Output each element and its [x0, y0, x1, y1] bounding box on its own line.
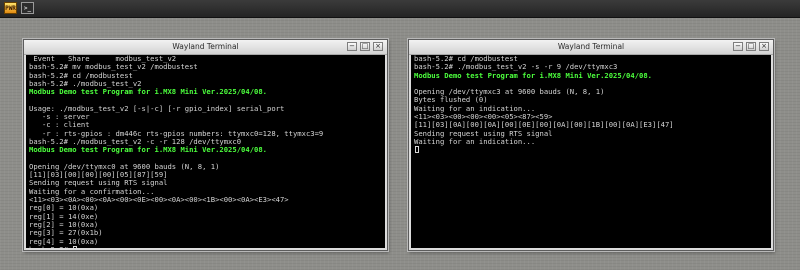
terminal-line-text: bash-5.2# [29, 245, 72, 248]
left-terminal-window[interactable]: Wayland Terminal − □ × Event Share modbu… [23, 39, 388, 251]
maximize-button[interactable]: □ [746, 42, 756, 51]
terminal-line: reg[4] = 10(0xa) [26, 237, 385, 246]
terminal-launcher-icon[interactable]: >_ [21, 2, 34, 14]
left-window-titlebar[interactable]: Wayland Terminal − □ × [24, 40, 387, 55]
terminal-line-text: Modbus Demo test Program for i.MX8 Mini … [414, 70, 652, 80]
left-terminal-output[interactable]: Event Share modbus_test_v2 bash-5.2# mv m… [26, 55, 385, 248]
weston-launcher-icon[interactable]: PWR [4, 2, 17, 14]
terminal-line: bash-5.2# [26, 245, 385, 248]
right-window-title: Wayland Terminal [557, 42, 625, 51]
minimize-button[interactable]: − [347, 42, 357, 51]
top-panel: PWR >_ [0, 0, 800, 18]
right-terminal-window[interactable]: Wayland Terminal − □ × bash-5.2# cd /mod… [408, 39, 774, 251]
terminal-line: Modbus Demo test Program for i.MX8 Mini … [26, 88, 385, 96]
terminal-line: Modbus Demo test Program for i.MX8 Mini … [26, 146, 385, 154]
terminal-line: Modbus Demo test Program for i.MX8 Mini … [411, 70, 771, 80]
minimize-button[interactable]: − [733, 42, 743, 51]
terminal-cursor [415, 146, 419, 154]
right-terminal-output[interactable]: bash-5.2# cd /modbustest bash-5.2# ./modb… [411, 55, 771, 248]
terminal-line-text: Modbus Demo test Program for i.MX8 Mini … [29, 87, 267, 97]
close-button[interactable]: × [759, 42, 769, 51]
left-window-title: Wayland Terminal [172, 42, 239, 51]
close-button[interactable]: × [373, 42, 383, 51]
right-window-titlebar[interactable]: Wayland Terminal − □ × [409, 40, 773, 55]
terminal-line-text: Waiting for an indication... [414, 136, 536, 146]
terminal-line [411, 146, 771, 154]
terminal-line: Waiting for an indication... [411, 136, 771, 146]
terminal-line-text: Modbus Demo test Program for i.MX8 Mini … [29, 145, 267, 155]
maximize-button[interactable]: □ [360, 42, 370, 51]
terminal-cursor [73, 245, 78, 248]
